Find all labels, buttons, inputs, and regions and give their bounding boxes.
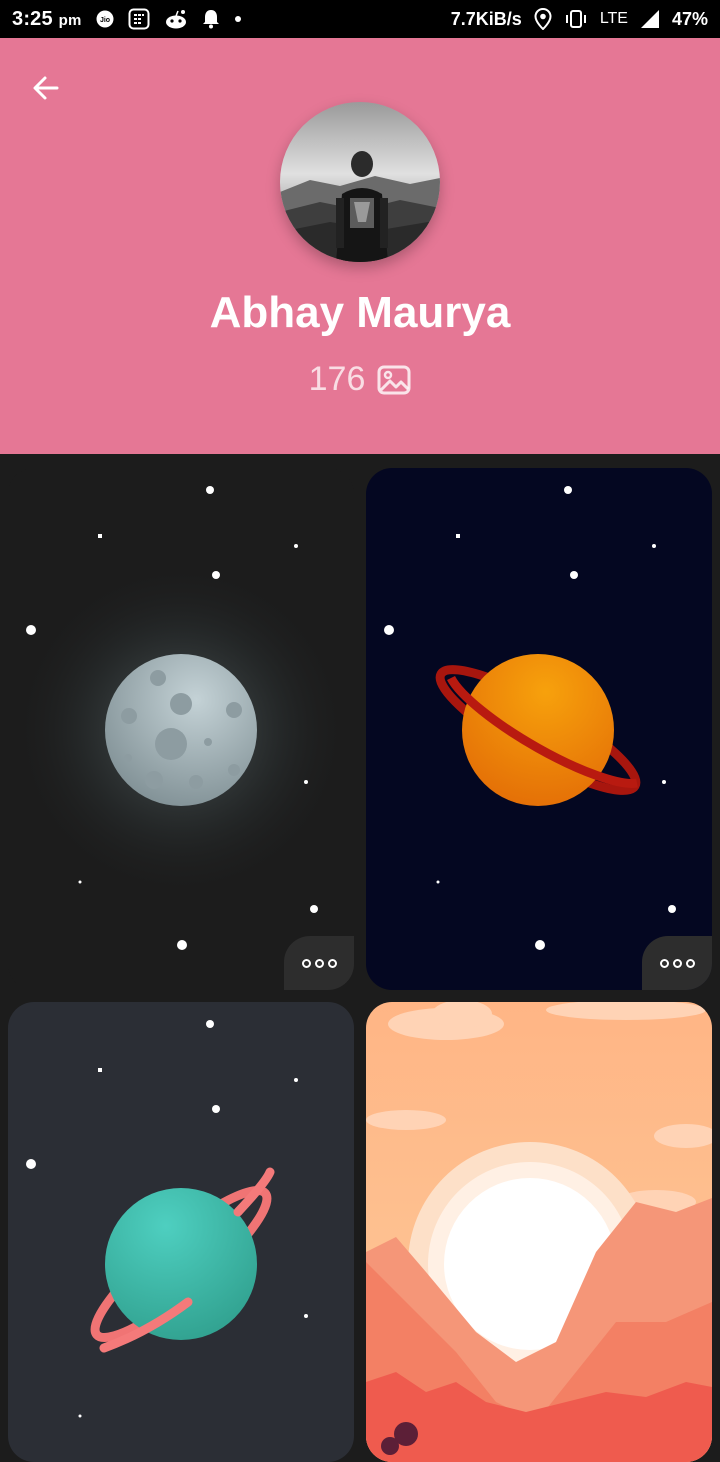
profile-name: Abhay Maurya <box>209 288 511 337</box>
net-speed: 7.7KiB/s <box>450 8 522 29</box>
more-button[interactable] <box>284 936 354 990</box>
more-dots-icon <box>659 958 669 968</box>
more-dots-icon <box>301 958 311 968</box>
signal-icon <box>640 9 660 29</box>
calculator-icon <box>128 8 150 30</box>
dot-icon <box>234 15 242 23</box>
wallpaper-grid <box>0 454 720 1462</box>
clock: 3:25 pm <box>12 7 82 30</box>
wallpaper-card-saturn[interactable] <box>366 468 712 990</box>
network-type: LTE <box>599 10 628 27</box>
profile-header: Abhay Maurya 176 <box>0 38 720 454</box>
avatar[interactable] <box>280 102 440 262</box>
image-icon <box>377 365 411 394</box>
back-button[interactable] <box>22 64 70 112</box>
reddit-icon <box>164 9 188 29</box>
wallpaper-card-teal-planet[interactable] <box>8 1002 354 1462</box>
wallpaper-card-moon[interactable] <box>8 468 354 990</box>
notification-bell-icon <box>202 9 220 29</box>
wallpaper-card-sunset[interactable] <box>366 1002 712 1462</box>
photo-count-value: 176 <box>308 360 366 398</box>
battery-level: 47% <box>671 8 708 29</box>
svg-text:Jio: Jio <box>99 17 109 24</box>
more-button[interactable] <box>642 936 712 990</box>
location-icon <box>534 8 552 30</box>
photo-count: 176 <box>0 360 720 399</box>
vibrate-icon <box>564 9 588 29</box>
status-bar: 3:25 pm Jio 7.7KiB/s LTE 47% <box>0 0 720 38</box>
arrow-left-icon <box>33 76 59 100</box>
jio-icon: Jio <box>96 10 114 28</box>
